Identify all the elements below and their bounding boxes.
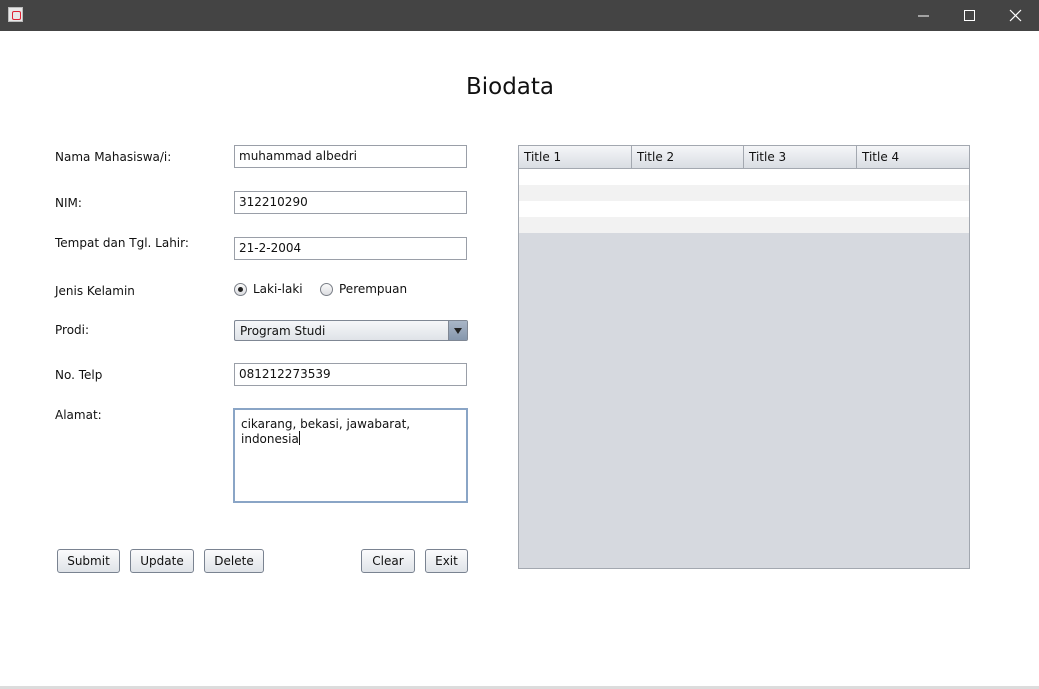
table-row[interactable] — [519, 217, 969, 233]
nim-input[interactable]: 312210290 — [234, 191, 467, 214]
window-titlebar — [0, 0, 1039, 31]
column-header-title-3[interactable]: Title 3 — [744, 146, 857, 168]
prodi-select[interactable]: Program Studi — [234, 320, 468, 341]
alamat-label: Alamat: — [55, 408, 102, 422]
radio-laki-laki-label: Laki-laki — [253, 282, 303, 296]
text-caret — [298, 431, 300, 445]
column-header-title-1[interactable]: Title 1 — [519, 146, 632, 168]
telp-input[interactable]: 081212273539 — [234, 363, 467, 386]
telp-label: No. Telp — [55, 368, 103, 382]
nama-label: Nama Mahasiswa/i: — [55, 150, 172, 164]
minimize-icon — [918, 15, 929, 17]
radio-selected-icon — [234, 282, 247, 296]
alamat-text: cikarang, bekasi, jawabarat, indonesia — [241, 417, 411, 446]
radio-perempuan-label: Perempuan — [339, 282, 408, 296]
ttl-input[interactable]: 21-2-2004 — [234, 237, 467, 260]
table-row[interactable] — [519, 169, 969, 185]
alamat-textarea[interactable]: cikarang, bekasi, jawabarat, indonesia — [233, 408, 468, 503]
submit-button[interactable]: Submit — [57, 549, 120, 573]
radio-unselected-icon — [320, 282, 333, 296]
exit-button[interactable]: Exit — [425, 549, 468, 573]
column-header-title-4[interactable]: Title 4 — [857, 146, 969, 168]
ttl-label: Tempat dan Tgl. Lahir: — [55, 236, 189, 250]
page-title: Biodata — [465, 74, 555, 100]
chevron-down-icon[interactable] — [448, 321, 467, 340]
delete-button[interactable]: Delete — [204, 549, 264, 573]
update-button[interactable]: Update — [130, 549, 194, 573]
nim-label: NIM: — [55, 196, 82, 210]
radio-perempuan[interactable]: Perempuan — [320, 282, 407, 296]
radio-laki-laki[interactable]: Laki-laki — [234, 282, 303, 296]
table-row[interactable] — [519, 185, 969, 201]
minimize-button[interactable] — [901, 0, 947, 31]
java-app-icon — [8, 7, 23, 22]
clear-button[interactable]: Clear — [361, 549, 415, 573]
table-header: Title 1 Title 2 Title 3 Title 4 — [519, 146, 969, 169]
prodi-selected-value: Program Studi — [240, 324, 326, 338]
close-button[interactable] — [993, 0, 1039, 31]
maximize-icon — [964, 10, 975, 21]
column-header-title-2[interactable]: Title 2 — [632, 146, 744, 168]
nama-input[interactable]: muhammad albedri — [234, 145, 467, 168]
close-icon — [1009, 9, 1022, 22]
data-table[interactable]: Title 1 Title 2 Title 3 Title 4 — [518, 145, 970, 569]
prodi-label: Prodi: — [55, 323, 90, 337]
maximize-button[interactable] — [947, 0, 993, 31]
jenis-kelamin-label: Jenis Kelamin — [55, 284, 135, 298]
table-row[interactable] — [519, 201, 969, 217]
